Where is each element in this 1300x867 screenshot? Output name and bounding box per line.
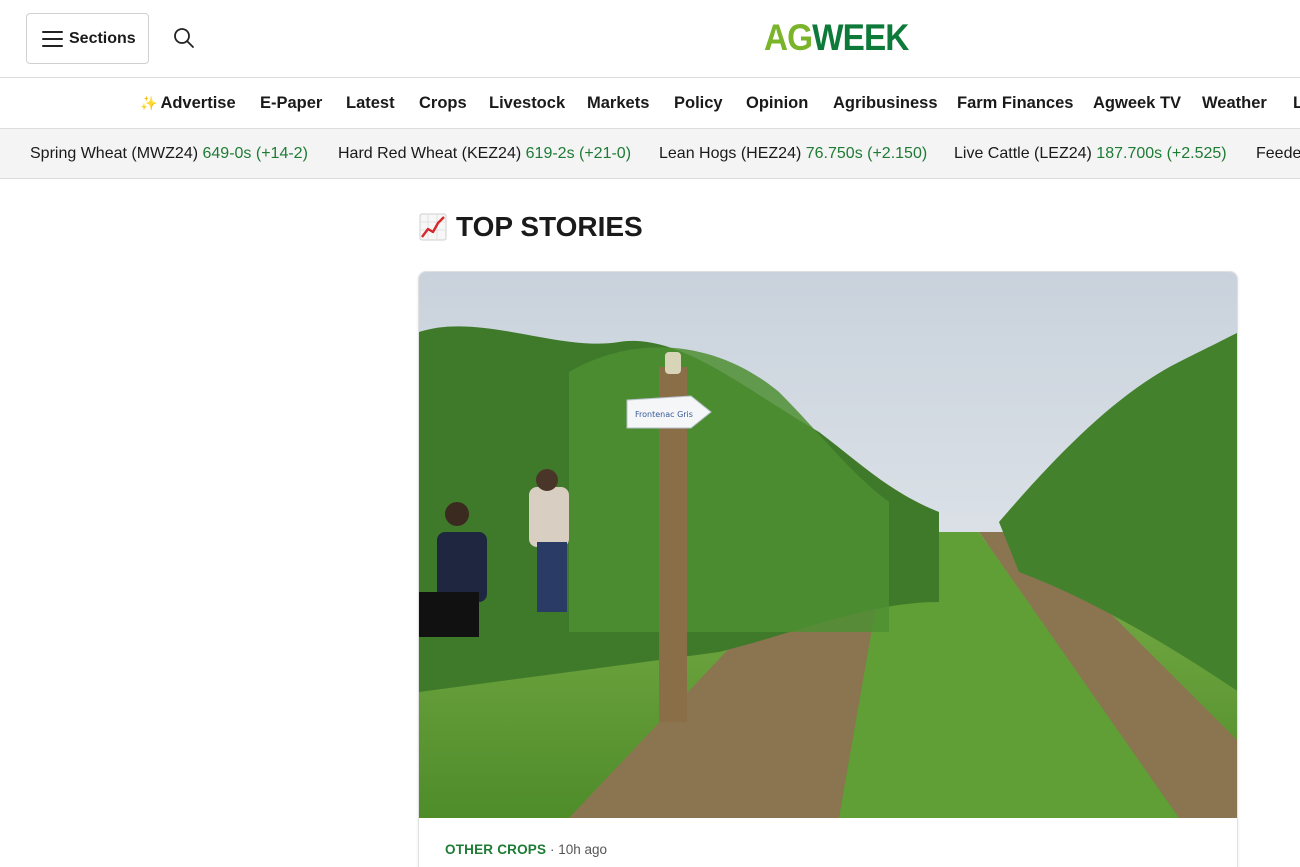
ticker-item[interactable]: Hard Red Wheat (KEZ24) 619-2s (+21-0)	[338, 145, 631, 163]
ticker-value: 619-2s (+21-0)	[525, 145, 632, 162]
nav-item-opinion[interactable]: Opinion	[746, 94, 808, 113]
nav-item-crops[interactable]: Crops	[419, 94, 467, 113]
ticker-value: 76.750s (+2.150)	[805, 145, 928, 162]
logo-week: WEEK	[812, 17, 909, 58]
nav-item-livestock[interactable]: Livestock	[489, 94, 565, 113]
market-ticker: Spring Wheat (MWZ24) 649-0s (+14-2) Hard…	[0, 129, 1300, 179]
nav-item-agribusiness[interactable]: Agribusiness	[833, 94, 938, 113]
ticker-item[interactable]: Lean Hogs (HEZ24) 76.750s (+2.150)	[659, 145, 927, 163]
story-meta: OTHER CROPS · 10h ago	[445, 842, 607, 857]
nav-item-label: Advertise	[160, 94, 236, 112]
ticker-name: Lean Hogs (HEZ24)	[659, 145, 802, 162]
nav-item-advertise[interactable]: ✨ Advertise	[140, 94, 236, 113]
nav-item-farm-finances[interactable]: Farm Finances	[957, 94, 1073, 113]
ticker-value: 649-0s (+14-2)	[202, 145, 308, 162]
agweek-logo[interactable]: AG WEEK	[764, 17, 909, 58]
nav-item-e-paper[interactable]: E-Paper	[260, 94, 322, 113]
section-title: TOP STORIES	[456, 211, 643, 242]
story-timestamp: 10h ago	[558, 842, 608, 857]
meta-separator: ·	[546, 842, 559, 857]
top-stories-heading: TOP STORIES	[419, 211, 643, 243]
chart-increasing-icon	[419, 213, 447, 241]
site-header: Sections AG WEEK	[0, 0, 1300, 78]
ticker-item[interactable]: Live Cattle (LEZ24) 187.700s (+2.525)	[954, 145, 1227, 163]
sections-button[interactable]: Sections	[26, 13, 149, 64]
nav-item-markets[interactable]: Markets	[587, 94, 649, 113]
hamburger-icon	[42, 30, 63, 47]
main-nav: ✨ Advertise E-Paper Latest Crops Livestoc…	[0, 78, 1300, 129]
sparkle-icon: ✨	[140, 95, 158, 111]
sections-label: Sections	[69, 29, 136, 47]
ticker-name: Hard Red Wheat (KEZ24)	[338, 145, 522, 162]
ticker-item[interactable]: Feede	[1256, 145, 1300, 163]
sign-text: Frontenac Gris	[635, 410, 693, 419]
ticker-name: Spring Wheat (MWZ24)	[30, 145, 199, 162]
ticker-value: 187.700s (+2.525)	[1096, 145, 1227, 162]
nav-item-policy[interactable]: Policy	[674, 94, 723, 113]
ticker-item[interactable]: Spring Wheat (MWZ24) 649-0s (+14-2)	[30, 145, 308, 163]
nav-item-agweek-tv[interactable]: Agweek TV	[1093, 94, 1181, 113]
nav-item-latest[interactable]: Latest	[346, 94, 395, 113]
logo-ag: AG	[764, 17, 813, 58]
ticker-name: Live Cattle (LEZ24)	[954, 145, 1092, 162]
story-card[interactable]: Frontenac Gris OTHER CROPS · 10h ago	[418, 271, 1238, 867]
ticker-name: Feede	[1256, 145, 1300, 162]
story-image[interactable]: Frontenac Gris	[419, 272, 1238, 818]
search-icon[interactable]	[172, 26, 196, 50]
nav-item-weather[interactable]: Weather	[1202, 94, 1267, 113]
nav-item-overflow[interactable]: L	[1293, 94, 1300, 113]
story-category[interactable]: OTHER CROPS	[445, 842, 546, 857]
